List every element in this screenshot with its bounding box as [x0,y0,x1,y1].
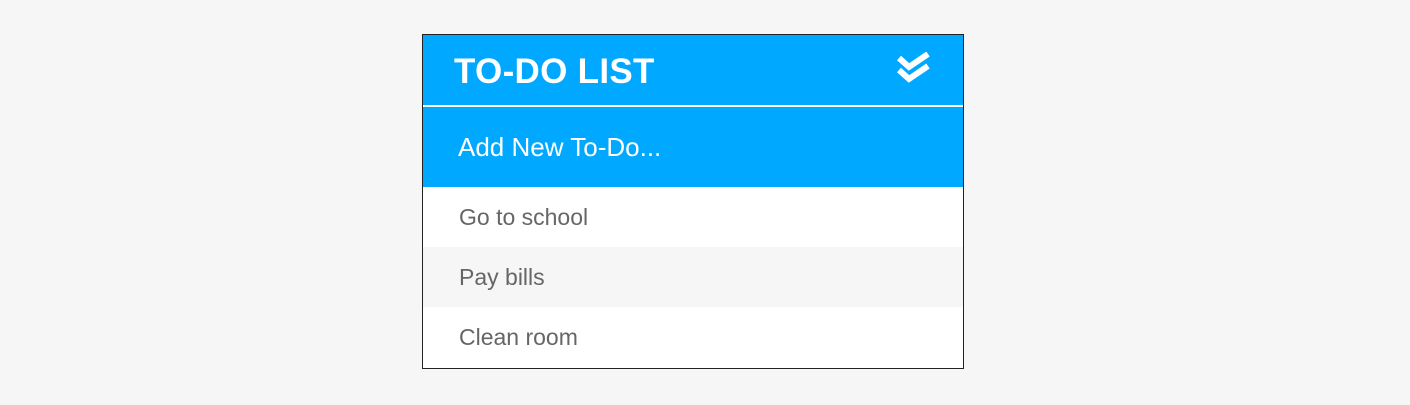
add-todo-input[interactable] [423,107,963,187]
todo-container: TO-DO LIST Go to school Pay bills Clean … [422,34,964,369]
todo-item-go-to-school[interactable]: Go to school [423,187,963,247]
page-title: TO-DO LIST [454,52,655,91]
todo-item-clean-room[interactable]: Clean room [423,307,963,367]
todo-header: TO-DO LIST [423,35,963,107]
todo-item-pay-bills[interactable]: Pay bills [423,247,963,307]
todo-list: Go to school Pay bills Clean room [423,187,963,367]
double-check-icon[interactable] [895,52,935,88]
